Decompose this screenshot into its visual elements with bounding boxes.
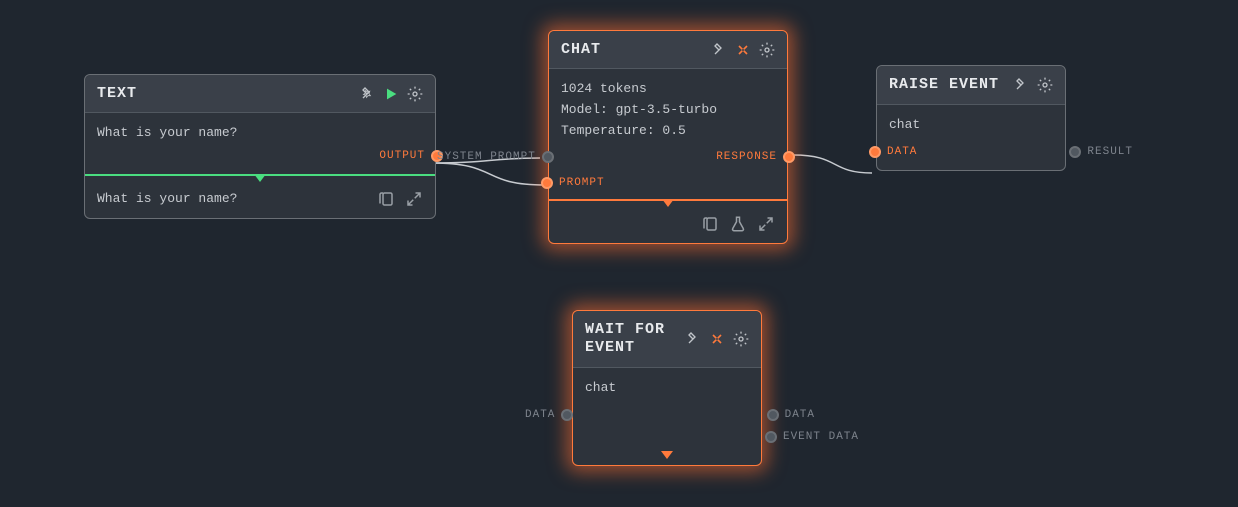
port-dot[interactable]	[561, 409, 573, 421]
node-title: CHAT	[561, 41, 601, 58]
node-title: WAIT FOR EVENT	[585, 321, 685, 357]
node-body: What is your name?	[85, 113, 435, 154]
port-dot[interactable]	[767, 409, 779, 421]
port-prompt[interactable]: PROMPT	[541, 177, 605, 189]
node-body: 1024 tokens Model: gpt-3.5-turbo Tempera…	[549, 69, 787, 151]
gear-icon[interactable]	[759, 42, 775, 58]
node-body: chat	[573, 368, 761, 409]
node-header[interactable]: TEXT	[85, 75, 435, 113]
port-label: DATA	[525, 409, 555, 421]
port-data-in[interactable]: DATA	[525, 409, 573, 421]
pin-icon[interactable]	[685, 331, 701, 347]
node-title: TEXT	[97, 85, 137, 102]
port-dot[interactable]	[869, 146, 881, 158]
chat-temperature: Temperature: 0.5	[561, 121, 775, 142]
caret-down	[573, 451, 761, 465]
node-title: RAISE EVENT	[889, 76, 999, 94]
expand-icon[interactable]	[757, 215, 775, 233]
port-event-data[interactable]: EVENT DATA	[765, 431, 859, 443]
port-response[interactable]: RESPONSE	[716, 151, 795, 163]
node-body: chat	[877, 105, 1065, 146]
disconnect-icon[interactable]	[735, 42, 751, 58]
node-header[interactable]: WAIT FOR EVENT	[573, 311, 761, 368]
node-raise-event[interactable]: RAISE EVENT chat DATA RESULT	[876, 65, 1066, 171]
chat-model: Model: gpt-3.5-turbo	[561, 100, 775, 121]
chat-tokens: 1024 tokens	[561, 79, 775, 100]
disconnect-icon[interactable]	[709, 331, 725, 347]
expand-icon[interactable]	[405, 190, 423, 208]
port-label: PROMPT	[559, 177, 605, 189]
copy-icon[interactable]	[377, 190, 395, 208]
port-result[interactable]: RESULT	[1069, 146, 1133, 158]
play-icon[interactable]	[383, 86, 399, 102]
port-label: RESULT	[1087, 146, 1133, 158]
port-dot[interactable]	[765, 431, 777, 443]
node-text[interactable]: TEXT What is your name? OUTPUT What is y…	[84, 74, 436, 219]
caret-down	[549, 199, 787, 207]
wait-body: chat	[585, 378, 749, 399]
node-header[interactable]: CHAT	[549, 31, 787, 69]
text-content: What is your name?	[97, 123, 423, 144]
port-dot[interactable]	[541, 177, 553, 189]
gear-icon[interactable]	[733, 331, 749, 347]
port-output[interactable]: OUTPUT	[379, 150, 443, 162]
port-data[interactable]: DATA	[869, 146, 917, 158]
caret-down	[85, 174, 435, 182]
port-label: EVENT DATA	[783, 431, 859, 443]
node-header[interactable]: RAISE EVENT	[877, 66, 1065, 105]
node-wait-for-event[interactable]: WAIT FOR EVENT chat DATA DATA EVENT DATA	[572, 310, 762, 466]
flask-icon[interactable]	[729, 215, 747, 233]
port-data-out[interactable]: DATA	[767, 409, 815, 421]
port-dot[interactable]	[542, 151, 554, 163]
port-dot[interactable]	[1069, 146, 1081, 158]
pin-icon[interactable]	[359, 86, 375, 102]
port-label: RESPONSE	[716, 151, 777, 163]
copy-icon[interactable]	[701, 215, 719, 233]
port-label: SYSTEM PROMPT	[437, 151, 536, 163]
gear-icon[interactable]	[1037, 77, 1053, 93]
gear-icon[interactable]	[407, 86, 423, 102]
pin-icon[interactable]	[1013, 77, 1029, 93]
node-footer	[549, 207, 787, 243]
node-chat[interactable]: CHAT 1024 tokens Model: gpt-3.5-turbo Te…	[548, 30, 788, 244]
pin-icon[interactable]	[711, 42, 727, 58]
result-text: What is your name?	[97, 191, 237, 206]
port-system-prompt[interactable]: SYSTEM PROMPT	[437, 151, 554, 163]
port-label: DATA	[785, 409, 815, 421]
raise-body: chat	[889, 115, 1053, 136]
port-dot[interactable]	[783, 151, 795, 163]
port-label: DATA	[887, 146, 917, 158]
port-label: OUTPUT	[379, 150, 425, 162]
